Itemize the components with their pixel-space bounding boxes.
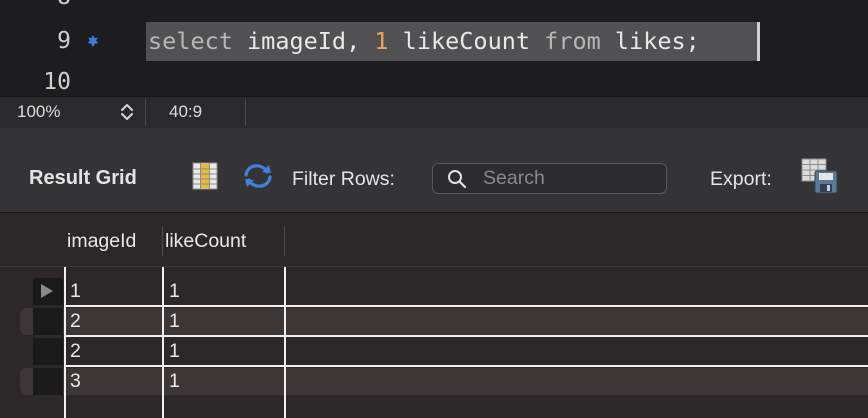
status-divider — [245, 99, 246, 126]
cell-imageid[interactable]: 2 — [70, 310, 81, 332]
code-identifier: likes; — [600, 27, 700, 55]
row-selector[interactable] — [33, 338, 63, 365]
cell-likecount[interactable]: 1 — [169, 340, 180, 362]
grid-line — [65, 335, 868, 337]
column-toggle-icon[interactable] — [192, 162, 218, 190]
result-grid[interactable]: imageId likeCount 1 1 2 1 2 1 3 1 — [0, 213, 868, 418]
status-divider — [145, 99, 146, 126]
grid-line — [284, 267, 286, 418]
current-row-arrow-icon — [41, 284, 53, 298]
statement-marker-icon[interactable] — [87, 35, 99, 47]
row-selector[interactable] — [33, 368, 63, 395]
code-line[interactable]: select imageId, 1 likeCount from likes; — [148, 27, 700, 55]
filter-rows-label: Filter Rows: — [292, 168, 395, 190]
column-divider[interactable] — [284, 226, 285, 256]
cell-imageid[interactable]: 1 — [70, 280, 81, 302]
table-row[interactable]: 1 1 — [0, 277, 868, 306]
cell-imageid[interactable]: 3 — [70, 370, 81, 392]
row-band — [20, 368, 868, 395]
row-band — [20, 308, 868, 335]
line-number: 10 — [43, 69, 71, 95]
line-number: 9 — [57, 28, 71, 54]
app-window: 8 9 10 select imageId, 1 likeCount from … — [0, 0, 868, 418]
code-identifier: imageId, — [232, 27, 375, 55]
grid-line — [65, 365, 868, 367]
cell-likecount[interactable]: 1 — [169, 370, 180, 392]
table-row[interactable]: 2 1 — [0, 337, 868, 366]
zoom-level: 100% — [17, 102, 61, 121]
result-toolbar: Result Grid Filter Rows: Export: — [0, 128, 868, 213]
grid-line — [162, 267, 164, 418]
result-grid-title: Result Grid — [29, 167, 137, 189]
keyword-select: select — [148, 27, 233, 55]
line-number: 8 — [0, 0, 71, 11]
cursor-position: 40:9 — [169, 102, 203, 121]
column-divider[interactable] — [162, 226, 163, 256]
keyword-from: from — [544, 27, 601, 55]
number-literal: 1 — [374, 27, 389, 55]
column-header-likecount[interactable]: likeCount — [165, 230, 246, 253]
filter-search-input[interactable] — [483, 166, 658, 191]
search-icon — [448, 170, 467, 189]
text-caret — [757, 22, 760, 61]
cell-likecount[interactable]: 1 — [169, 310, 180, 332]
grid-header: imageId likeCount — [0, 213, 868, 267]
row-selector[interactable] — [33, 308, 63, 335]
code-identifier: likeCount — [388, 27, 545, 55]
grid-line — [65, 305, 868, 307]
table-row[interactable]: 3 1 — [0, 367, 868, 396]
editor-status-bar: 100% 40:9 — [0, 96, 868, 128]
sql-editor[interactable]: 8 9 10 select imageId, 1 likeCount from … — [0, 0, 868, 96]
cell-imageid[interactable]: 2 — [70, 340, 81, 362]
export-icon[interactable] — [801, 158, 838, 194]
export-label: Export: — [710, 168, 772, 190]
header-divider — [0, 266, 868, 267]
table-row[interactable]: 2 1 — [0, 307, 868, 336]
column-header-imageid[interactable]: imageId — [67, 230, 136, 253]
refresh-icon[interactable] — [242, 162, 274, 190]
cell-likecount[interactable]: 1 — [169, 280, 180, 302]
filter-search-box[interactable] — [432, 163, 667, 194]
grid-line — [64, 267, 66, 418]
zoom-stepper-icon[interactable] — [118, 101, 136, 123]
